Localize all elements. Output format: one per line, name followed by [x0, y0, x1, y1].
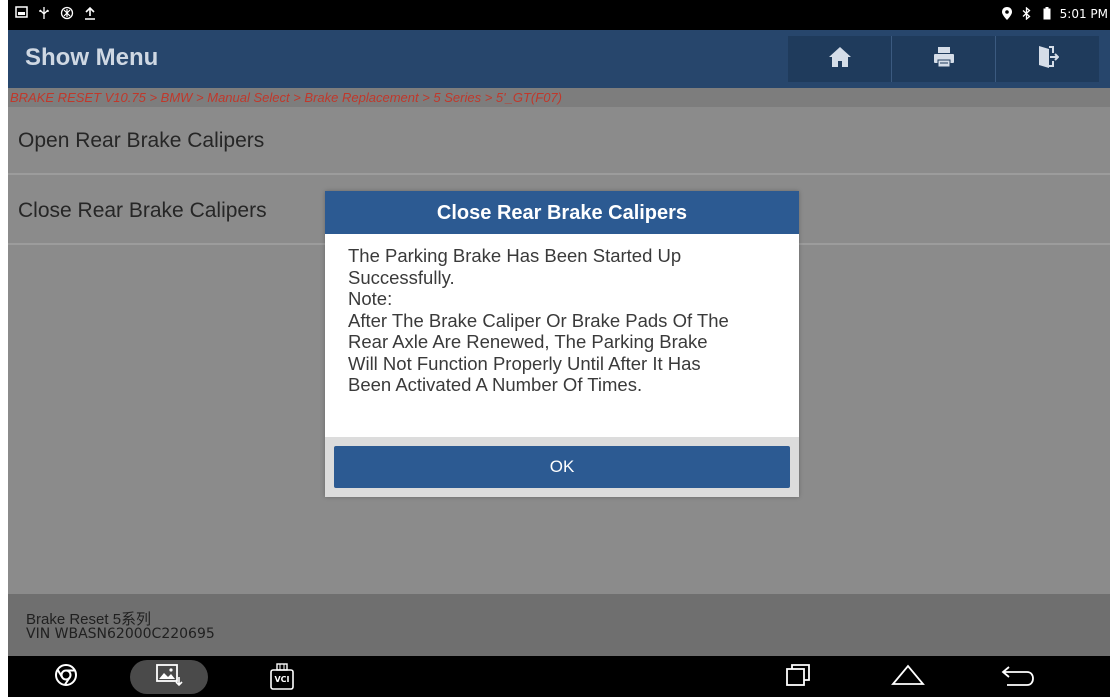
upload-icon — [83, 6, 97, 20]
result-dialog: Close Rear Brake Calipers The Parking Br… — [325, 191, 799, 497]
home-icon — [828, 46, 852, 73]
navigation-bar: VCI — [8, 656, 1110, 697]
dialog-message-line: Rear Axle Are Renewed, The Parking Brake — [348, 331, 708, 352]
status-time: 5:01 PM — [1059, 7, 1108, 21]
bluetooth-icon — [1020, 6, 1034, 21]
page-title: Show Menu — [25, 44, 159, 71]
vci-label: VCI — [274, 675, 290, 684]
recent-apps-button[interactable] — [778, 660, 818, 694]
dialog-title: Close Rear Brake Calipers — [325, 191, 799, 234]
dialog-message-line: The Parking Brake Has Been Started Up — [348, 245, 682, 266]
vci-button[interactable]: VCI — [262, 660, 302, 694]
breadcrumb: BRAKE RESET V10.75 > BMW > Manual Select… — [8, 88, 1110, 107]
settings-icon — [60, 6, 74, 20]
browser-button[interactable] — [46, 660, 86, 694]
dialog-message: The Parking Brake Has Been Started Up Su… — [348, 245, 788, 396]
home-button[interactable] — [788, 36, 892, 82]
dialog-message-line: Will Not Function Properly Until After I… — [348, 352, 701, 374]
back-icon — [1001, 663, 1035, 692]
vehicle-info-bar: Brake Reset 5系列 VIN WBASN62000C220695 — [8, 594, 1110, 656]
battery-icon — [1040, 7, 1054, 21]
status-bar: 5:01 PM — [8, 0, 1110, 30]
app-screen: 5:01 PM Show Menu BRAKE RESET V10.75 > B… — [8, 0, 1110, 697]
print-icon — [933, 46, 955, 73]
gallery-button[interactable] — [130, 660, 208, 694]
menu-item-open-rear-brake-calipers[interactable]: Open Rear Brake Calipers — [8, 107, 1110, 175]
browser-icon — [54, 663, 78, 692]
ok-button[interactable]: OK — [334, 446, 790, 488]
exit-button[interactable] — [996, 36, 1099, 82]
vci-icon: VCI — [269, 663, 295, 691]
usb-icon — [37, 6, 51, 20]
dialog-footer: OK — [325, 437, 799, 497]
home-nav-button[interactable] — [886, 660, 930, 694]
print-button[interactable] — [892, 36, 996, 82]
home-nav-icon — [891, 663, 925, 692]
exit-icon — [1037, 45, 1059, 74]
dialog-message-line: After The Brake Caliper Or Brake Pads Of… — [348, 309, 729, 331]
dialog-message-line: Successfully. — [348, 266, 455, 288]
app-header: Show Menu — [8, 30, 1110, 88]
gallery-icon — [155, 663, 183, 692]
dialog-message-line: Been Activated A Number Of Times. — [348, 374, 643, 395]
vin-label: VIN WBASN62000C220695 — [26, 626, 215, 642]
location-icon — [1000, 7, 1014, 21]
recent-apps-icon — [785, 663, 811, 692]
dialog-message-line: Note: — [348, 288, 393, 309]
screenshot-icon — [14, 6, 28, 20]
back-button[interactable] — [996, 660, 1040, 694]
